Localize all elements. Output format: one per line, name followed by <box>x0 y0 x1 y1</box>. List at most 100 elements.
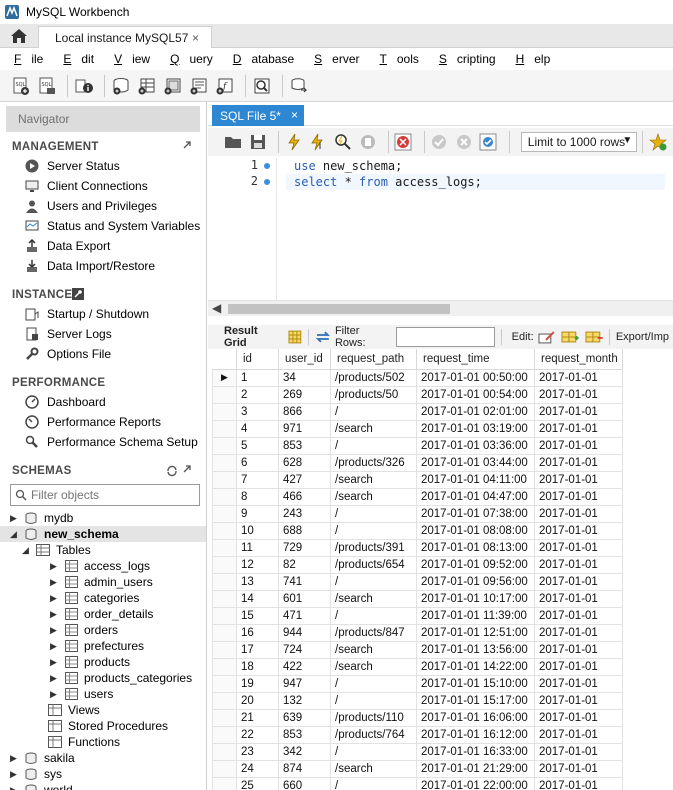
cell-user-id[interactable]: 853 <box>278 725 331 744</box>
cell-request-path[interactable]: / <box>330 504 417 523</box>
cell-request-time[interactable]: 2017-01-01 15:17:00 <box>416 691 535 710</box>
create-function-button[interactable]: f <box>214 75 236 97</box>
row-marker[interactable]: ▶ <box>212 368 237 387</box>
row-marker[interactable] <box>212 453 237 472</box>
cell-id[interactable]: 22 <box>236 725 279 744</box>
cell-id[interactable]: 17 <box>236 640 279 659</box>
cell-request-month[interactable]: 2017-01-01 <box>534 487 623 506</box>
cell-request-time[interactable]: 2017-01-01 03:19:00 <box>416 419 535 438</box>
collapsed-arrow-icon[interactable]: ▶ <box>50 561 60 572</box>
cell-request-month[interactable]: 2017-01-01 <box>534 606 623 625</box>
cell-request-path[interactable]: / <box>330 691 417 710</box>
cell-id[interactable]: 24 <box>236 759 279 778</box>
table-row[interactable]: 6 628/products/326 2017-01-01 03:44:00 2017… <box>212 453 623 472</box>
horizontal-scrollbar[interactable]: ◀ <box>208 300 673 316</box>
cell-request-month[interactable]: 2017-01-01 <box>534 776 623 790</box>
cell-request-month[interactable]: 2017-01-01 <box>534 504 623 523</box>
table-row[interactable]: 22 853/products/764 2017-01-01 16:12:00 201… <box>212 725 623 744</box>
table-node-prefectures[interactable]: ▶ prefectures <box>0 638 206 654</box>
table-row[interactable]: 12 82/products/654 2017-01-01 09:52:00 2017… <box>212 555 623 574</box>
cell-id[interactable]: 6 <box>236 453 279 472</box>
cell-user-id[interactable]: 971 <box>278 419 331 438</box>
cell-request-path[interactable]: / <box>330 521 417 540</box>
cell-request-path[interactable]: /search <box>330 487 417 506</box>
cell-request-time[interactable]: 2017-01-01 00:50:00 <box>416 368 535 387</box>
cell-request-time[interactable]: 2017-01-01 07:38:00 <box>416 504 535 523</box>
search-table-data-button[interactable] <box>251 75 273 97</box>
cell-id[interactable]: 20 <box>236 691 279 710</box>
table-node-order-details[interactable]: ▶ order_details <box>0 606 206 622</box>
menu-file[interactable]: File <box>9 52 48 66</box>
cell-request-time[interactable]: 2017-01-01 04:11:00 <box>416 470 535 489</box>
row-marker[interactable] <box>212 759 237 778</box>
cell-id[interactable]: 4 <box>236 419 279 438</box>
cell-request-time[interactable]: 2017-01-01 13:56:00 <box>416 640 535 659</box>
schema-node-mydb[interactable]: ▶ mydb <box>0 510 206 526</box>
scrollbar-thumb[interactable] <box>228 304 450 314</box>
cell-user-id[interactable]: 874 <box>278 759 331 778</box>
collapsed-arrow-icon[interactable]: ▶ <box>50 641 60 652</box>
table-row[interactable]: 20 132/2017-01-01 15:17:00 2017-01-01 <box>212 691 623 710</box>
cell-user-id[interactable]: 342 <box>278 742 331 761</box>
home-button[interactable] <box>8 27 30 45</box>
cell-request-time[interactable]: 2017-01-01 10:17:00 <box>416 589 535 608</box>
cell-id[interactable]: 3 <box>236 402 279 421</box>
row-marker[interactable] <box>212 742 237 761</box>
execute-current-statement-button[interactable] <box>309 132 328 152</box>
row-marker[interactable] <box>212 606 237 625</box>
collapsed-arrow-icon[interactable]: ▶ <box>10 769 20 780</box>
cell-request-path[interactable]: /search <box>330 470 417 489</box>
cell-id[interactable]: 8 <box>236 487 279 506</box>
row-marker[interactable] <box>212 572 237 591</box>
cell-user-id[interactable]: 688 <box>278 521 331 540</box>
cell-request-path[interactable]: /search <box>330 640 417 659</box>
menu-view[interactable]: View <box>109 52 155 66</box>
save-file-button[interactable] <box>249 132 268 152</box>
menu-edit[interactable]: Edit <box>58 52 99 66</box>
menu-tools[interactable]: Tools <box>375 52 424 66</box>
cell-request-path[interactable]: /products/764 <box>330 725 417 744</box>
table-row[interactable]: 10 688/2017-01-01 08:08:00 2017-01-01 <box>212 521 623 540</box>
cell-request-path[interactable]: / <box>330 742 417 761</box>
table-row[interactable]: 18 422/search 2017-01-01 14:22:00 2017-01-0… <box>212 657 623 676</box>
table-row[interactable]: 14 601/search 2017-01-01 10:17:00 2017-01-0… <box>212 589 623 608</box>
nav-data-export[interactable]: Data Export <box>0 236 206 256</box>
table-row[interactable]: 5 853/2017-01-01 03:36:00 2017-01-01 <box>212 436 623 455</box>
cell-user-id[interactable]: 639 <box>278 708 331 727</box>
table-row[interactable]: 19 947/2017-01-01 15:10:00 2017-01-01 <box>212 674 623 693</box>
close-connection-tab-button[interactable]: × <box>192 31 199 45</box>
grid-view-icon[interactable] <box>288 330 302 344</box>
cell-user-id[interactable]: 729 <box>278 538 331 557</box>
cell-request-path[interactable]: /products/110 <box>330 708 417 727</box>
cell-request-time[interactable]: 2017-01-01 12:51:00 <box>416 623 535 642</box>
row-marker[interactable] <box>212 402 237 421</box>
create-table-button[interactable] <box>136 75 158 97</box>
nav-performance-reports[interactable]: Performance Reports <box>0 412 206 432</box>
table-row[interactable]: 21 639/products/110 2017-01-01 16:06:00 201… <box>212 708 623 727</box>
cell-request-month[interactable]: 2017-01-01 <box>534 453 623 472</box>
cell-user-id[interactable]: 269 <box>278 385 331 404</box>
refresh-schemas-icon[interactable] <box>166 465 178 477</box>
cell-user-id[interactable]: 947 <box>278 674 331 693</box>
menu-server[interactable]: Server <box>309 52 364 66</box>
schema-node-sys[interactable]: ▶ sys <box>0 766 206 782</box>
refresh-arrows-icon[interactable] <box>315 330 331 344</box>
filter-rows-input[interactable] <box>396 327 495 347</box>
column-header-request-time[interactable]: request_time <box>416 349 535 370</box>
menu-help[interactable]: Help <box>511 52 556 66</box>
cell-request-time[interactable]: 2017-01-01 21:29:00 <box>416 759 535 778</box>
cell-user-id[interactable]: 82 <box>278 555 331 574</box>
row-marker[interactable] <box>212 504 237 523</box>
cell-request-month[interactable]: 2017-01-01 <box>534 657 623 676</box>
row-marker[interactable] <box>212 487 237 506</box>
cell-request-month[interactable]: 2017-01-01 <box>534 419 623 438</box>
column-header-request-month[interactable]: request_month <box>534 349 623 370</box>
row-marker[interactable] <box>212 725 237 744</box>
row-marker[interactable] <box>212 436 237 455</box>
cell-request-path[interactable]: / <box>330 572 417 591</box>
autocommit-toggle-button[interactable] <box>479 132 498 152</box>
collapsed-arrow-icon[interactable]: ▶ <box>50 593 60 604</box>
delete-row-icon[interactable] <box>585 330 603 344</box>
cell-request-time[interactable]: 2017-01-01 02:01:00 <box>416 402 535 421</box>
cell-request-time[interactable]: 2017-01-01 03:44:00 <box>416 453 535 472</box>
